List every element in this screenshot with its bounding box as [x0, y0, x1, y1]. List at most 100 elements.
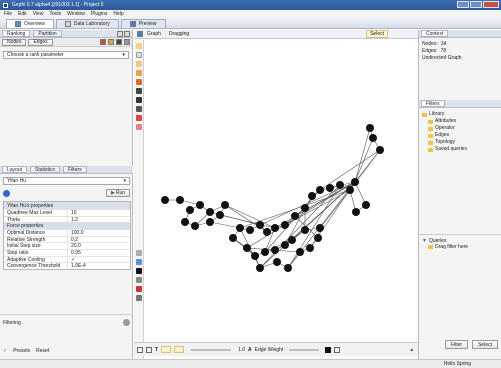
edge-thickness-icon[interactable]	[334, 346, 341, 353]
graph-node[interactable]	[326, 184, 334, 192]
graph-node[interactable]	[351, 178, 359, 186]
tree-item[interactable]: Edges	[428, 132, 499, 139]
graph-node[interactable]	[271, 224, 279, 232]
edge-color-icon[interactable]	[325, 346, 332, 353]
graph-node[interactable]	[306, 244, 314, 252]
graph-node[interactable]	[376, 146, 384, 154]
graph-node[interactable]	[281, 221, 289, 229]
graph-node[interactable]	[186, 206, 194, 214]
filter-button-label: Filter	[450, 341, 463, 348]
zoom-label: 1.0	[238, 346, 246, 353]
graph-node[interactable]	[243, 244, 251, 252]
graph-node[interactable]	[352, 208, 360, 216]
graph-node[interactable]	[308, 192, 316, 200]
folder-icon	[422, 112, 427, 117]
edges-count-label: Edges:	[422, 48, 438, 54]
graph-node[interactable]	[263, 228, 271, 236]
graph-edge	[246, 181, 356, 249]
tree-item-label: Saved queries	[435, 146, 467, 152]
graph-node[interactable]	[336, 181, 344, 189]
graph-node[interactable]	[216, 211, 224, 219]
graph-node[interactable]	[246, 226, 254, 234]
graph-type-label: Undirected Graph	[422, 55, 462, 61]
graph-node[interactable]	[296, 248, 304, 256]
edge-weight-label: Edge Weight	[254, 346, 284, 353]
graph-node[interactable]	[362, 201, 370, 209]
graph-node[interactable]	[251, 252, 259, 260]
font-size-selector[interactable]	[174, 346, 185, 353]
graph-node[interactable]	[229, 234, 237, 242]
filters-tabbar: Filters	[419, 100, 501, 108]
tree-item[interactable]: Attributes	[428, 118, 499, 125]
nodes-count-label: Nodes:	[422, 41, 438, 47]
nodes-count-value: 34	[440, 41, 447, 47]
filter-button[interactable]: Filter	[444, 340, 469, 349]
graph-node[interactable]	[288, 236, 296, 244]
tab-filters-right-label: Filters	[426, 100, 440, 107]
graph-node[interactable]	[284, 264, 292, 272]
graph-node[interactable]	[256, 264, 264, 272]
folder-icon	[428, 126, 433, 131]
tree-item[interactable]: Saved queries	[428, 146, 499, 153]
select-button-label: Select	[478, 341, 492, 348]
tree-item-label: Edges	[435, 132, 450, 138]
folder-icon	[428, 147, 433, 152]
context-tabbar: Context	[419, 30, 501, 38]
graph-node[interactable]	[281, 241, 289, 249]
graph-node[interactable]	[346, 186, 354, 194]
graph-node[interactable]	[271, 246, 279, 254]
tree-item-label: Attributes	[435, 118, 457, 124]
font-selector[interactable]	[161, 346, 172, 353]
edges-count-value: 78	[440, 48, 447, 54]
label-size-slider[interactable]	[191, 348, 232, 351]
graph-node[interactable]	[161, 196, 169, 204]
tree-item[interactable]: Topology	[428, 139, 499, 146]
graph-node[interactable]	[301, 226, 309, 234]
tab-context[interactable]: Context	[421, 30, 449, 37]
funnel-icon: ▼	[422, 238, 427, 244]
camera-icon[interactable]	[137, 346, 143, 353]
tree-item[interactable]: Library	[422, 111, 499, 118]
chevron-up-icon[interactable]: ▴	[410, 347, 413, 353]
graph-node[interactable]	[191, 222, 199, 230]
graph-node[interactable]	[301, 204, 309, 212]
graph-node[interactable]	[366, 124, 374, 132]
tab-context-label: Context	[426, 30, 444, 37]
tree-item-label: Topology	[435, 139, 456, 145]
tree-item-label: Library	[429, 111, 445, 117]
tree-item-label: Operator	[435, 125, 455, 131]
folder-icon	[428, 119, 433, 124]
folder-icon	[428, 245, 433, 249]
graph-node[interactable]	[273, 258, 281, 266]
graph-node[interactable]	[316, 186, 324, 194]
graph-bottom-toolbar: T 1.0 A Edge Weight ▴	[134, 342, 418, 356]
status-text: Hello Spring	[443, 361, 471, 367]
graph-node[interactable]	[261, 248, 269, 256]
graph-node[interactable]	[316, 224, 324, 232]
graph-node[interactable]	[291, 212, 299, 220]
folder-icon	[428, 133, 433, 138]
graph-node[interactable]	[256, 221, 264, 229]
folder-icon	[428, 140, 433, 145]
graph-edge	[354, 127, 371, 183]
graph-node[interactable]	[236, 224, 244, 232]
tree-item[interactable]: Operator	[428, 125, 499, 132]
reset-zoom-icon[interactable]	[146, 346, 152, 353]
status-bar: Hello Spring	[0, 359, 501, 368]
graph-node[interactable]	[206, 208, 214, 216]
select-button[interactable]: Select	[472, 340, 498, 349]
graph-node[interactable]	[206, 218, 214, 226]
graph-node[interactable]	[176, 196, 184, 204]
graph-node[interactable]	[369, 134, 377, 142]
graph-node[interactable]	[221, 201, 229, 209]
font-letter-icon[interactable]: A	[248, 347, 252, 353]
tab-filters-right[interactable]: Filters	[421, 100, 445, 107]
filter-library-tree: Library Attributes Operator Edges Topology Sa…	[419, 108, 501, 156]
graph-node[interactable]	[181, 218, 189, 226]
edge-weight-slider[interactable]	[289, 348, 320, 351]
graph-edge	[354, 137, 374, 183]
nodes-layer	[161, 124, 384, 272]
graph-node[interactable]	[314, 234, 322, 242]
text-icon[interactable]: T	[155, 347, 158, 353]
graph-node[interactable]	[196, 201, 204, 209]
